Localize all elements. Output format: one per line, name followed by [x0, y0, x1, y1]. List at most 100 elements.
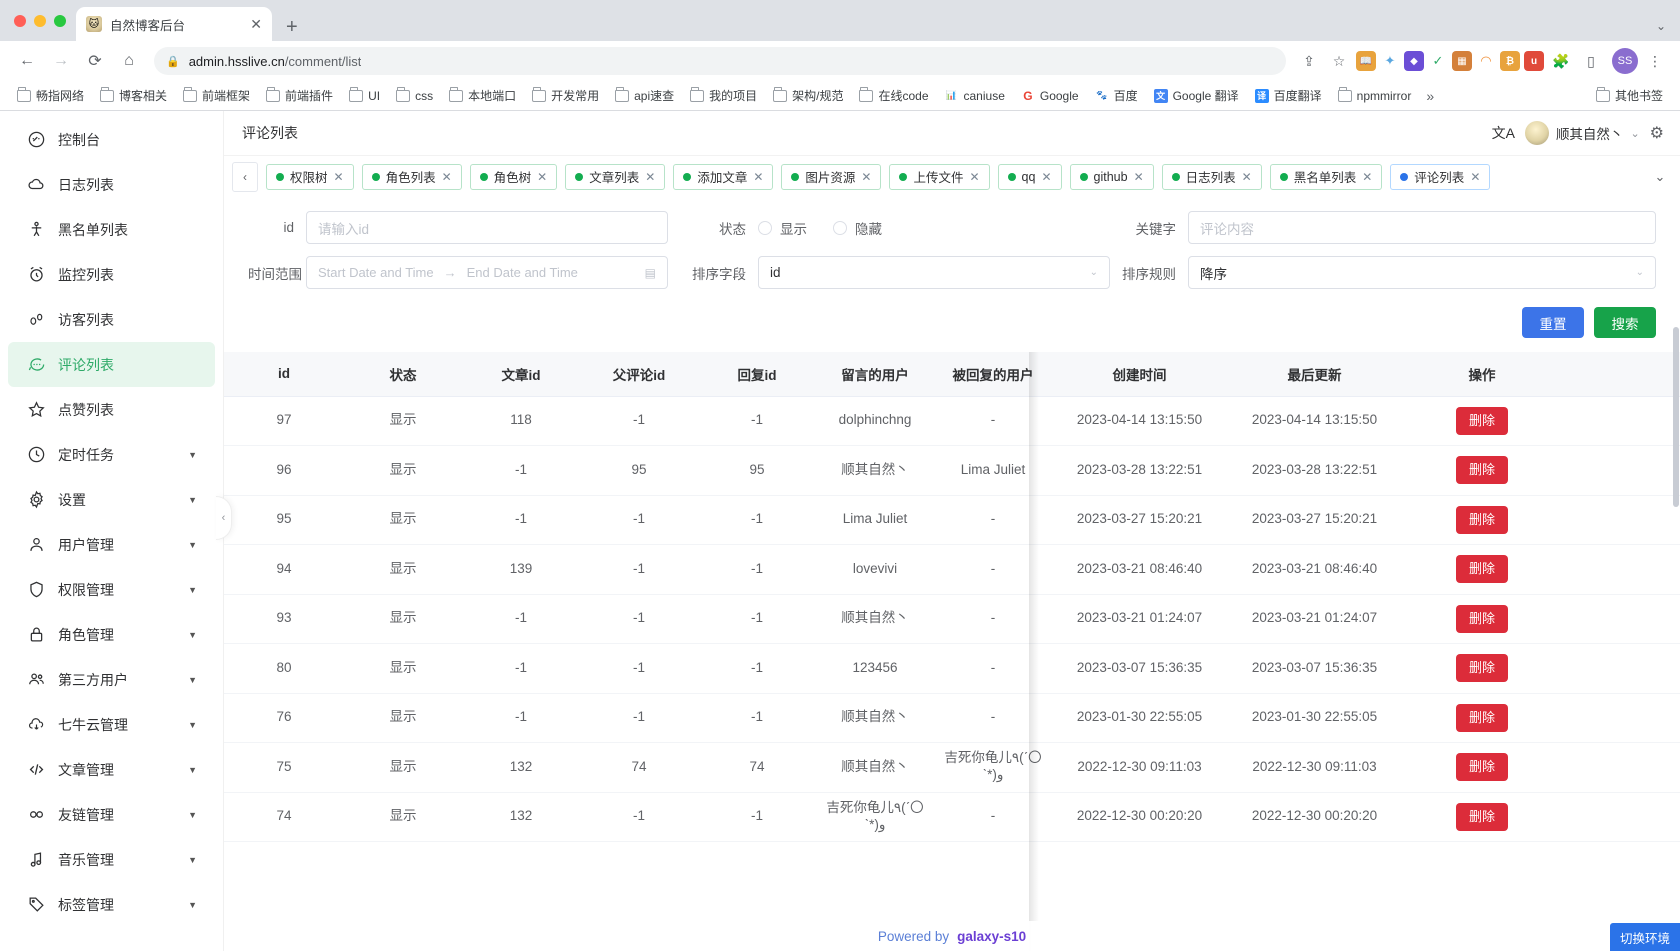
- sidebar-item-dashboard[interactable]: 控制台: [8, 117, 215, 162]
- close-icon[interactable]: ✕: [1470, 170, 1480, 184]
- bookmark-item[interactable]: 🐾 百度: [1088, 84, 1145, 107]
- bookmark-star-icon[interactable]: ☆: [1326, 48, 1352, 74]
- chevron-down-icon[interactable]: ⌄: [1636, 267, 1644, 278]
- close-icon[interactable]: ✕: [753, 170, 763, 184]
- delete-button[interactable]: 删除: [1455, 654, 1508, 683]
- table-row[interactable]: 74 显示 132 -1 -1 吉死你龟儿٩(ˊ〇ˋ*)و - 2022-12-…: [224, 792, 1680, 842]
- bookmark-item[interactable]: 本地端口: [442, 84, 523, 107]
- delete-button[interactable]: 删除: [1455, 802, 1508, 831]
- ext-diamond-icon[interactable]: ◆: [1404, 51, 1424, 71]
- sidebar-item-music-management[interactable]: 音乐管理 ▼: [8, 837, 215, 882]
- ext-check-icon[interactable]: ✓: [1428, 51, 1448, 71]
- sidebar-item-scheduled-tasks[interactable]: 定时任务 ▼: [8, 432, 215, 477]
- bookmarks-overflow-button[interactable]: »: [1420, 88, 1440, 104]
- page-tag[interactable]: 权限树 ✕: [266, 163, 354, 190]
- close-icon[interactable]: ✕: [1134, 170, 1144, 184]
- delete-button[interactable]: 删除: [1455, 456, 1508, 485]
- close-icon[interactable]: ✕: [969, 170, 979, 184]
- sidebar-item-comment-list[interactable]: 评论列表: [8, 342, 215, 387]
- bookmark-item[interactable]: 开发常用: [525, 84, 606, 107]
- gear-icon[interactable]: ⚙: [1650, 123, 1664, 143]
- sidebar-item-friend-links[interactable]: 友链管理 ▼: [8, 792, 215, 837]
- page-tag-active[interactable]: 评论列表 ✕: [1390, 163, 1491, 190]
- sidebar-item-settings[interactable]: 设置 ▼: [8, 477, 215, 522]
- delete-button[interactable]: 删除: [1455, 753, 1508, 782]
- sidebar-item-qiniu-cloud[interactable]: 七牛云管理 ▼: [8, 702, 215, 747]
- sort-field-select[interactable]: id ⌄: [758, 256, 1110, 289]
- reset-button[interactable]: 重置: [1522, 307, 1584, 338]
- bookmark-item[interactable]: npmmirror: [1331, 86, 1419, 106]
- sidebar-item-article-management[interactable]: 文章管理 ▼: [8, 747, 215, 792]
- page-tag[interactable]: 图片资源 ✕: [781, 163, 882, 190]
- chevron-down-icon[interactable]: ⌄: [1090, 267, 1098, 278]
- chevron-down-icon[interactable]: ▼: [188, 450, 197, 460]
- page-tag[interactable]: 上传文件 ✕: [889, 163, 990, 190]
- page-tag[interactable]: github ✕: [1069, 163, 1154, 190]
- tag-dropdown-chevron-down-icon[interactable]: ⌄: [1646, 169, 1674, 185]
- chevron-down-icon[interactable]: ▼: [188, 585, 197, 595]
- share-icon[interactable]: ⇪: [1296, 48, 1322, 74]
- bookmark-item[interactable]: css: [389, 86, 440, 106]
- table-row[interactable]: 93 显示 -1 -1 -1 顺其自然丶 - 2023-03-21 01:24:…: [224, 594, 1680, 644]
- address-bar[interactable]: 🔒 admin.hsslive.cn/comment/list: [154, 47, 1286, 75]
- close-icon[interactable]: ✕: [645, 170, 655, 184]
- switch-environment-button[interactable]: 切换环境: [1609, 923, 1680, 951]
- sort-rule-select[interactable]: 降序 ⌄: [1188, 256, 1656, 289]
- ext-rainbow-icon[interactable]: ◠: [1476, 51, 1496, 71]
- chevron-down-icon[interactable]: ▼: [188, 855, 197, 865]
- column-header-status[interactable]: 状态: [344, 352, 462, 397]
- close-icon[interactable]: ✕: [1362, 170, 1372, 184]
- delete-button[interactable]: 删除: [1455, 604, 1508, 633]
- sidebar-item-role-management[interactable]: 角色管理 ▼: [8, 612, 215, 657]
- translate-icon[interactable]: 文A: [1492, 123, 1515, 143]
- maximize-window-button[interactable]: [54, 14, 66, 27]
- chevron-down-icon[interactable]: ▼: [188, 720, 197, 730]
- column-header-id[interactable]: id: [224, 352, 344, 397]
- date-range-picker[interactable]: Start Date and Time → End Date and Time …: [306, 256, 668, 289]
- ext-grid-icon[interactable]: ▦: [1452, 51, 1472, 71]
- chevron-down-icon[interactable]: ▼: [188, 675, 197, 685]
- ext-coin-icon[interactable]: ₿: [1500, 51, 1520, 71]
- sidebar-item-likes[interactable]: 点赞列表: [8, 387, 215, 432]
- page-tag[interactable]: 日志列表 ✕: [1161, 163, 1262, 190]
- column-header-operations[interactable]: 操作: [1402, 352, 1562, 397]
- status-radio-show[interactable]: 显示: [758, 218, 807, 238]
- close-window-button[interactable]: [14, 14, 26, 27]
- page-tag[interactable]: qq ✕: [997, 163, 1062, 190]
- ext-puzzle-icon[interactable]: 🧩: [1548, 48, 1574, 74]
- table-row[interactable]: 97 显示 118 -1 -1 dolphinchng - 2023-04-14…: [224, 396, 1680, 446]
- column-header-parent-id[interactable]: 父评论id: [580, 352, 698, 397]
- table-row[interactable]: 80 显示 -1 -1 -1 123456 - 2023-03-07 15:36…: [224, 643, 1680, 694]
- scrollbar-thumb[interactable]: [1673, 327, 1679, 507]
- column-header-replied-user[interactable]: 被回复的用户: [934, 352, 1052, 397]
- page-tag[interactable]: 角色树 ✕: [469, 163, 558, 190]
- calendar-icon[interactable]: ▤: [645, 266, 656, 280]
- sidebar-item-blacklist[interactable]: 黑名单列表: [8, 207, 215, 252]
- browser-menu-icon[interactable]: ⋮: [1642, 48, 1668, 74]
- chevron-down-icon[interactable]: ▼: [188, 495, 197, 505]
- bookmark-item[interactable]: 前端插件: [259, 84, 340, 107]
- sidebar-item-third-party-users[interactable]: 第三方用户 ▼: [8, 657, 215, 702]
- column-header-reply-id[interactable]: 回复id: [698, 352, 816, 397]
- bookmark-item[interactable]: 我的项目: [683, 84, 764, 107]
- delete-button[interactable]: 删除: [1455, 505, 1508, 534]
- id-input[interactable]: 请输入id: [306, 211, 668, 244]
- minimize-window-button[interactable]: [34, 14, 46, 27]
- page-tag[interactable]: 黑名单列表 ✕: [1269, 163, 1383, 190]
- browser-tab[interactable]: 🐱 自然博客后台 ✕: [76, 7, 272, 41]
- delete-button[interactable]: 删除: [1455, 406, 1508, 435]
- chevron-down-icon[interactable]: ▼: [188, 630, 197, 640]
- chevron-down-icon[interactable]: ▼: [188, 765, 197, 775]
- back-button[interactable]: ←: [12, 46, 42, 76]
- chevron-down-icon[interactable]: ▼: [188, 900, 197, 910]
- column-header-created-time[interactable]: 创建时间: [1052, 352, 1227, 397]
- close-tab-icon[interactable]: ✕: [250, 17, 262, 31]
- search-button[interactable]: 搜索: [1594, 307, 1656, 338]
- chevron-down-icon[interactable]: ▼: [188, 540, 197, 550]
- sidebar-item-permission-management[interactable]: 权限管理 ▼: [8, 567, 215, 612]
- bookmark-item[interactable]: 博客相关: [93, 84, 174, 107]
- bookmark-item[interactable]: api速查: [608, 84, 681, 107]
- tag-scroll-left-button[interactable]: ‹: [232, 161, 258, 192]
- delete-button[interactable]: 删除: [1455, 703, 1508, 732]
- column-header-updated-time[interactable]: 最后更新: [1227, 352, 1402, 397]
